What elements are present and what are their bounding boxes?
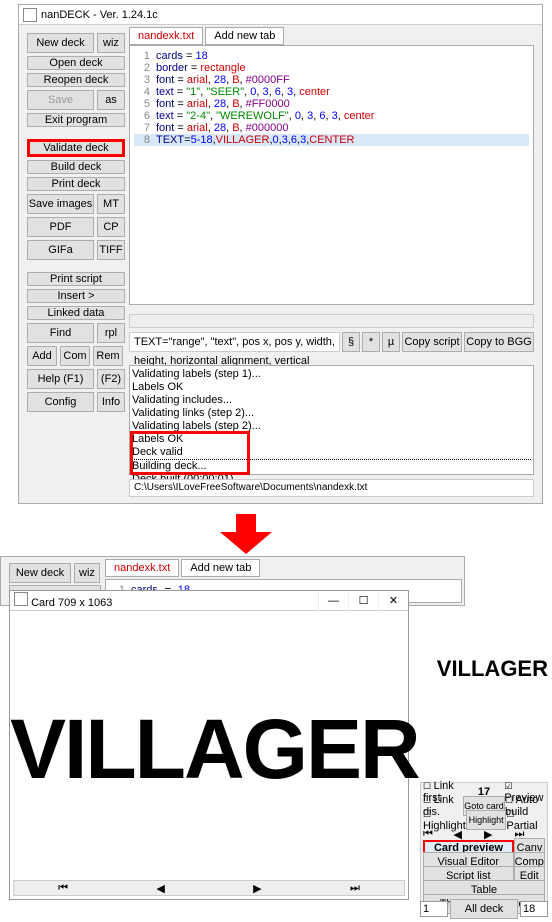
- linked-data-button[interactable]: Linked data: [27, 306, 125, 320]
- insert-button[interactable]: Insert >: [27, 289, 125, 303]
- side-preview-text: VILLAGER: [437, 656, 548, 682]
- star-button[interactable]: *: [362, 332, 380, 352]
- wiz-button[interactable]: wiz: [97, 33, 125, 53]
- mt-button[interactable]: MT: [97, 194, 125, 214]
- rem-button[interactable]: Rem: [93, 346, 123, 366]
- arrow-icon: [216, 514, 276, 554]
- save-button[interactable]: Save: [27, 90, 94, 110]
- help-button[interactable]: Help (F1): [27, 369, 94, 389]
- print-deck-button[interactable]: Print deck: [27, 177, 125, 191]
- exit-button[interactable]: Exit program: [27, 113, 125, 127]
- save-as-button[interactable]: as: [97, 90, 125, 110]
- tabs: nandexk.txt Add new tab: [129, 27, 284, 45]
- com-button[interactable]: Com: [60, 346, 90, 366]
- copy-script-button[interactable]: Copy script: [402, 332, 462, 352]
- reopen-deck-button[interactable]: Reopen deck: [27, 73, 125, 87]
- section-button[interactable]: §: [342, 332, 360, 352]
- sidebar: New deckwiz Open deck Reopen deck Saveas…: [27, 33, 125, 412]
- pdf-button[interactable]: PDF: [27, 217, 94, 237]
- first-icon[interactable]: ⏮: [58, 882, 68, 895]
- prev-icon[interactable]: ◀: [156, 882, 164, 895]
- card-to-input[interactable]: [520, 901, 548, 917]
- card-from-input[interactable]: [420, 901, 448, 917]
- tab-add-2[interactable]: Add new tab: [181, 559, 260, 577]
- all-deck-button[interactable]: All deck: [450, 899, 518, 919]
- f2-button[interactable]: (F2): [97, 369, 125, 389]
- add-button[interactable]: Add: [27, 346, 57, 366]
- editor-scrollbar[interactable]: [129, 314, 534, 328]
- titlebar: nanDECK - Ver. 1.24.1c: [19, 5, 542, 25]
- info-button[interactable]: Info: [97, 392, 125, 412]
- find-button[interactable]: Find: [27, 323, 94, 343]
- preview-window: Card 709 x 1063 — ☐ ✕ VILLAGER ⏮ ◀ ▶ ⏭: [9, 590, 409, 900]
- cp-button[interactable]: CP: [97, 217, 125, 237]
- preview-title: Card 709 x 1063: [31, 597, 112, 609]
- hint-bar: TEXT="range", "text", pos x, pos y, widt…: [129, 331, 534, 353]
- mu-button[interactable]: µ: [382, 332, 400, 352]
- new-deck-button[interactable]: New deck: [27, 33, 94, 53]
- config-button[interactable]: Config: [27, 392, 94, 412]
- new-deck-button-2[interactable]: New deck: [9, 563, 71, 583]
- wiz-button-2[interactable]: wiz: [74, 563, 100, 583]
- last-icon[interactable]: ⏭: [350, 882, 360, 895]
- minimize-icon[interactable]: —: [318, 591, 348, 611]
- preview-card-text: VILLAGER: [10, 701, 419, 798]
- window-title: nanDECK - Ver. 1.24.1c: [41, 9, 158, 21]
- nav-first-icon[interactable]: ⏮: [423, 828, 454, 841]
- preview-nav: ⏮ ◀ ▶ ⏭: [13, 880, 405, 896]
- tab-file[interactable]: nandexk.txt: [129, 27, 203, 45]
- preview-titlebar: Card 709 x 1063 — ☐ ✕: [10, 591, 408, 611]
- main-window: nanDECK - Ver. 1.24.1c New deckwiz Open …: [18, 4, 543, 504]
- preview-icon: [14, 592, 28, 606]
- bottom-bar: All deck: [420, 899, 548, 919]
- tab-add[interactable]: Add new tab: [205, 27, 284, 45]
- maximize-icon[interactable]: ☐: [348, 591, 378, 611]
- code-editor[interactable]: 1cards = 182border = rectangle3font = ar…: [129, 45, 534, 305]
- control-grid: ☐ Link first17☑ Preview ☐ Link dis.Goto …: [420, 782, 548, 914]
- open-deck-button[interactable]: Open deck: [27, 56, 125, 70]
- copy-bgg-button[interactable]: Copy to BGG: [464, 332, 534, 352]
- tiff-button[interactable]: TIFF: [97, 240, 125, 260]
- app-icon: [23, 8, 37, 22]
- validate-deck-button[interactable]: Validate deck: [27, 139, 125, 157]
- nav-next-icon[interactable]: ▶: [484, 828, 515, 841]
- close-icon[interactable]: ✕: [378, 591, 408, 611]
- build-deck-button[interactable]: Build deck: [27, 160, 125, 174]
- hint-text: TEXT="range", "text", pos x, pos y, widt…: [129, 332, 340, 352]
- log-panel: Validating labels (step 1)...Labels OKVa…: [129, 365, 534, 475]
- next-icon[interactable]: ▶: [253, 882, 261, 895]
- gifa-button[interactable]: GIFa: [27, 240, 94, 260]
- nav-prev-icon[interactable]: ◀: [454, 828, 485, 841]
- status-bar: C:\Users\ILoveFreeSoftware\Documents\nan…: [129, 479, 534, 497]
- rpl-button[interactable]: rpl: [97, 323, 125, 343]
- tab-file-2[interactable]: nandexk.txt: [105, 559, 179, 577]
- save-images-button[interactable]: Save images: [27, 194, 94, 214]
- log-highlight-box: [130, 431, 250, 475]
- print-script-button[interactable]: Print script: [27, 272, 125, 286]
